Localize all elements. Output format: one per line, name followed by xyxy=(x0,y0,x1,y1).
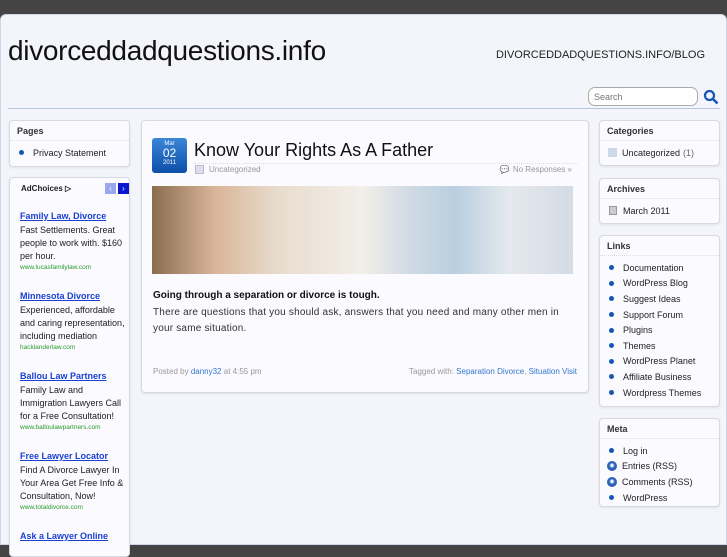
post-body: There are questions that you should ask,… xyxy=(153,307,559,334)
category-icon xyxy=(195,165,204,174)
ad-item: Minnesota Divorce Experienced, affordable… xyxy=(20,291,129,351)
link-item[interactable]: Suggest Ideas xyxy=(600,291,719,307)
link-item[interactable]: Themes xyxy=(600,338,719,354)
search-input[interactable] xyxy=(588,87,698,106)
bullet-icon xyxy=(609,296,614,302)
tagged-label: Tagged with: xyxy=(409,367,454,376)
calendar-icon xyxy=(609,206,617,216)
post-responses[interactable]: No Responses » xyxy=(513,165,572,174)
link-label: Uncategorized xyxy=(622,147,681,158)
post-date-badge: Mar 02 2011 xyxy=(152,138,187,173)
ad-text: Fast Settlements. Great people to work w… xyxy=(20,225,123,261)
bullet-icon xyxy=(609,358,614,364)
ad-text: Experienced, affordable and caring repre… xyxy=(20,305,125,341)
ad-title[interactable]: Ballou Law Partners xyxy=(20,371,129,381)
bullet-icon xyxy=(609,280,614,286)
post-lead: Going through a separation or divorce is… xyxy=(153,290,380,301)
pages-widget: Pages Privacy Statement xyxy=(9,120,130,167)
post-title[interactable]: Know Your Rights As A Father xyxy=(194,140,433,161)
post-time: at 4:55 pm xyxy=(223,367,262,376)
next-ad-icon[interactable]: › xyxy=(118,183,129,194)
post-category[interactable]: Uncategorized xyxy=(209,165,261,174)
adchoices-label[interactable]: AdChoices ▷ xyxy=(21,184,71,193)
page-link-privacy[interactable]: Privacy Statement xyxy=(10,145,129,161)
rss-icon: ◉ xyxy=(607,476,617,487)
widget-title: Categories xyxy=(600,121,719,141)
link-item[interactable]: Wordpress Themes xyxy=(600,385,719,401)
categories-widget: Categories Uncategorized (1) xyxy=(599,120,720,166)
post: Mar 02 2011 Know Your Rights As A Father… xyxy=(141,120,589,393)
ad-text: Family Law and Immigration Lawyers Call … xyxy=(20,385,122,421)
archives-widget: Archives March 2011 xyxy=(599,178,720,224)
category-link[interactable]: Uncategorized (1) xyxy=(600,145,719,161)
ads-widget: AdChoices ▷ ‹ › Family Law, Divorce Fast … xyxy=(9,177,130,557)
bullet-icon xyxy=(609,327,614,333)
ad-title[interactable]: Family Law, Divorce xyxy=(20,211,129,221)
ad-url[interactable]: hacklanderlaw.com xyxy=(20,344,129,351)
category-count: (1) xyxy=(683,147,695,158)
posted-by-label: Posted by xyxy=(153,367,189,376)
bullet-icon xyxy=(609,390,614,396)
tag-separator: , xyxy=(524,367,527,376)
bullet-icon xyxy=(609,265,614,271)
widget-title: Pages xyxy=(10,121,129,141)
archive-link[interactable]: March 2011 xyxy=(600,203,719,219)
widget-title: Meta xyxy=(600,419,719,439)
title-divider xyxy=(194,163,578,164)
link-item[interactable]: Support Forum xyxy=(600,307,719,323)
ad-item: Ask a Lawyer Online xyxy=(20,531,129,541)
ad-title[interactable]: Free Lawyer Locator xyxy=(20,451,129,461)
link-item[interactable]: WordPress Planet xyxy=(600,354,719,370)
ad-title[interactable]: Ask a Lawyer Online xyxy=(20,531,129,541)
widget-title: Archives xyxy=(600,179,719,199)
author-link[interactable]: danny32 xyxy=(191,367,222,376)
ad-url[interactable]: www.lucasfamilylaw.com xyxy=(20,264,129,271)
widget-title: Links xyxy=(600,236,719,256)
site-title[interactable]: divorceddadquestions.info xyxy=(8,35,326,67)
rss-icon: ◉ xyxy=(607,461,617,472)
bullet-icon xyxy=(609,312,614,318)
bullet-icon xyxy=(609,495,614,501)
links-widget: Links Documentation WordPress Blog Sugge… xyxy=(599,235,720,407)
meta-login[interactable]: Log in xyxy=(600,443,719,459)
ad-title[interactable]: Minnesota Divorce xyxy=(20,291,129,301)
ad-url[interactable]: www.balloulawpartners.com xyxy=(20,424,129,431)
link-item[interactable]: WordPress Blog xyxy=(600,276,719,292)
meta-wordpress[interactable]: WordPress xyxy=(600,490,719,506)
header-divider xyxy=(8,108,720,109)
bullet-icon xyxy=(19,150,24,156)
bullet-icon xyxy=(609,374,614,380)
prev-ad-icon[interactable]: ‹ xyxy=(105,183,116,194)
ad-item: Ballou Law Partners Family Law and Immigr… xyxy=(20,371,129,431)
link-item[interactable]: Plugins xyxy=(600,322,719,338)
meta-entries-rss[interactable]: ◉ Entries (RSS) xyxy=(600,459,719,475)
ad-item: Free Lawyer Locator Find A Divorce Lawyer… xyxy=(20,451,129,511)
link-item[interactable]: Documentation xyxy=(600,260,719,276)
bullet-icon xyxy=(609,448,614,454)
page: divorceddadquestions.info DIVORCEDDADQUE… xyxy=(0,14,727,557)
meta-comments-rss[interactable]: ◉ Comments (RSS) xyxy=(600,474,719,490)
ad-list: Family Law, Divorce Fast Settlements. Gre… xyxy=(10,211,129,541)
post-image xyxy=(152,186,573,274)
site-url[interactable]: DIVORCEDDADQUESTIONS.INFO/BLOG xyxy=(496,49,705,61)
ad-url[interactable]: www.totaldivorce.com xyxy=(20,504,129,511)
search-icon[interactable] xyxy=(703,89,719,105)
link-label: Privacy Statement xyxy=(33,147,107,158)
folder-icon xyxy=(608,148,617,158)
post-year: 2011 xyxy=(163,160,176,166)
link-label: March 2011 xyxy=(623,205,670,216)
bullet-icon xyxy=(609,343,614,349)
meta-widget: Meta Log in ◉ Entries (RSS) ◉ Comments (RS… xyxy=(599,418,720,507)
ad-text: Find A Divorce Lawyer In Your Area Get F… xyxy=(20,465,124,501)
tag-link[interactable]: Separation Divorce xyxy=(456,367,524,376)
ad-item: Family Law, Divorce Fast Settlements. Gre… xyxy=(20,211,129,271)
comment-icon: 💬 xyxy=(499,165,510,174)
tag-link[interactable]: Situation Visit xyxy=(529,367,577,376)
link-item[interactable]: Affiliate Business xyxy=(600,369,719,385)
post-day: 02 xyxy=(162,146,177,160)
